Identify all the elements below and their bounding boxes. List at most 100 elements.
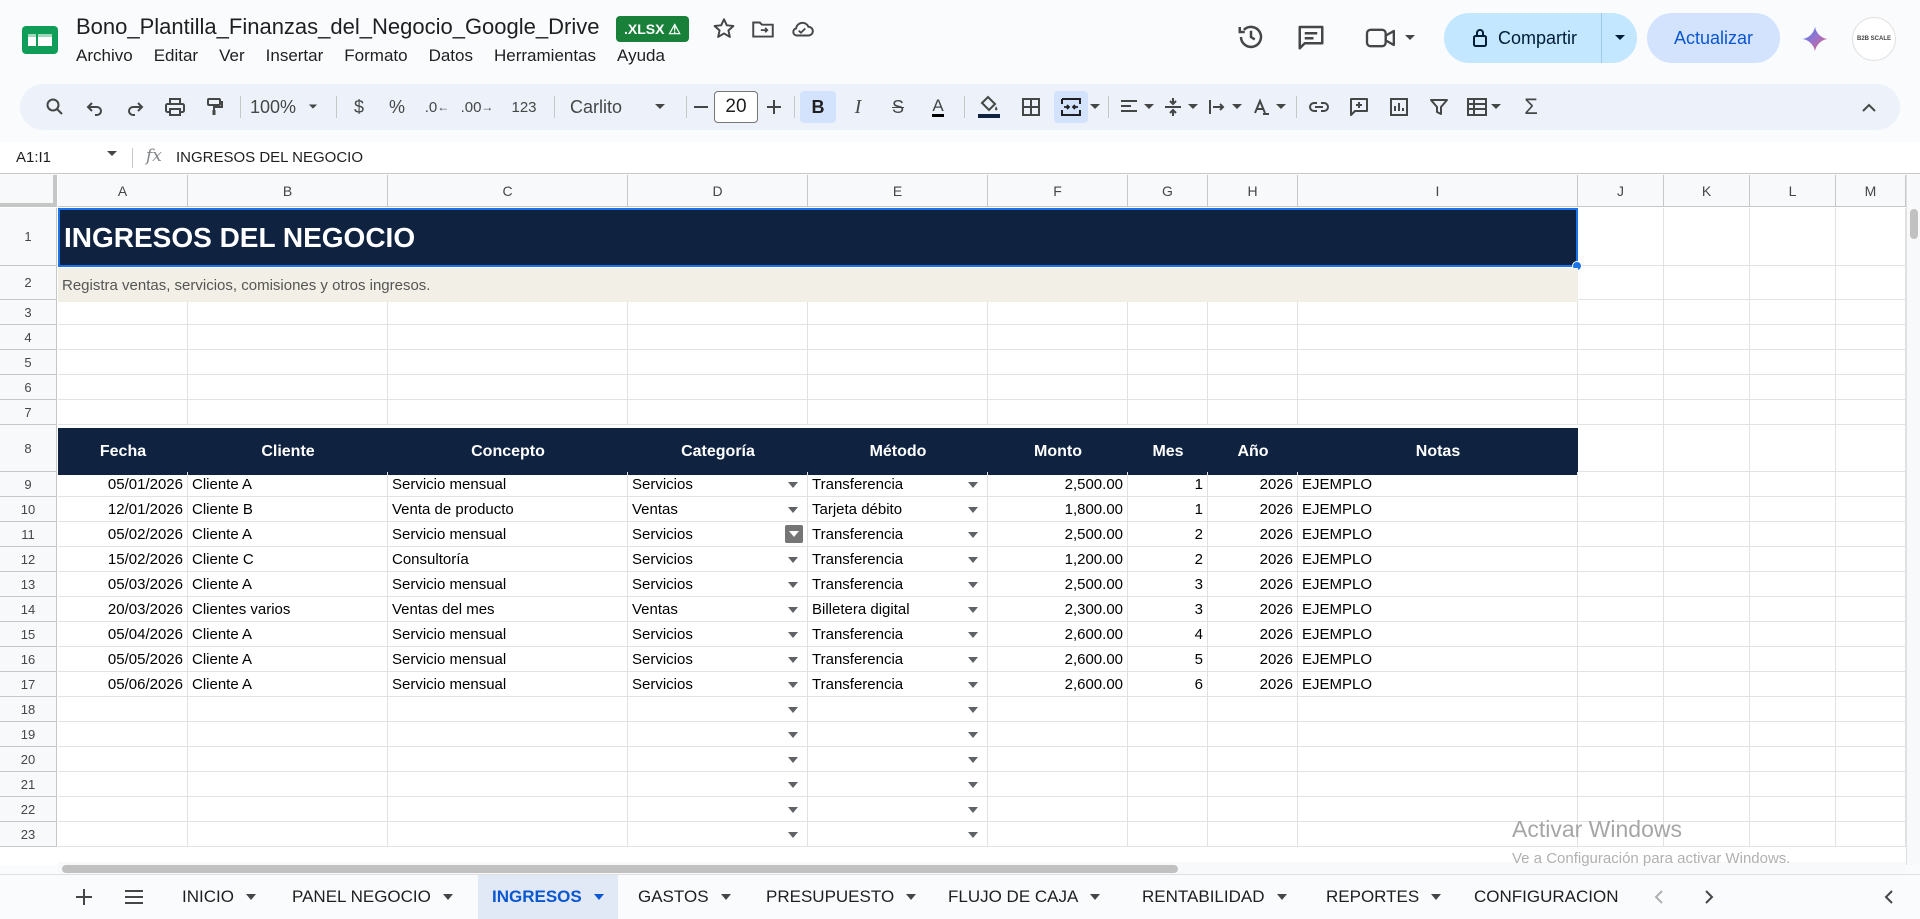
cell[interactable] <box>388 400 628 425</box>
cell[interactable] <box>388 350 628 375</box>
cell[interactable] <box>1836 497 1906 522</box>
table-header-cell[interactable]: Mes <box>1128 428 1208 475</box>
table-cell[interactable]: 2026 <box>1208 672 1298 697</box>
table-cell[interactable]: EJEMPLO <box>1298 672 1578 697</box>
cell[interactable] <box>1128 300 1208 325</box>
table-cell[interactable]: EJEMPLO <box>1298 597 1578 622</box>
table-cell[interactable]: 15/02/2026 <box>58 547 188 572</box>
cell[interactable] <box>1664 350 1750 375</box>
cell[interactable] <box>1578 325 1664 350</box>
cell[interactable] <box>988 722 1128 747</box>
table-cell[interactable]: 6 <box>1128 672 1208 697</box>
cell[interactable] <box>58 300 188 325</box>
dropdown-chip-icon[interactable] <box>968 657 978 663</box>
cell[interactable] <box>1750 522 1836 547</box>
cell[interactable] <box>808 375 988 400</box>
italic-button[interactable]: I <box>842 84 874 130</box>
table-cell[interactable]: Servicios <box>628 572 808 597</box>
strikethrough-button[interactable]: S <box>882 84 914 130</box>
dropdown-chip-icon[interactable] <box>788 832 798 838</box>
cell[interactable] <box>1578 722 1664 747</box>
cell[interactable] <box>1836 208 1906 266</box>
menu-insertar[interactable]: Insertar <box>266 46 324 66</box>
cell[interactable] <box>388 822 628 847</box>
cell[interactable] <box>1836 747 1906 772</box>
cell[interactable] <box>188 797 388 822</box>
menu-ver[interactable]: Ver <box>219 46 245 66</box>
cell[interactable] <box>1836 572 1906 597</box>
select-all-corner[interactable] <box>0 175 57 207</box>
table-cell[interactable]: 2026 <box>1208 522 1298 547</box>
cell[interactable] <box>1750 375 1836 400</box>
table-cell[interactable]: Servicios <box>628 547 808 572</box>
dropdown-chip-icon[interactable] <box>968 807 978 813</box>
sheet-tab-gastos[interactable]: GASTOS <box>624 875 745 919</box>
dropdown-chip-icon[interactable] <box>968 607 978 613</box>
cell[interactable] <box>1298 350 1578 375</box>
row-header-20[interactable]: 20 <box>0 747 57 772</box>
star-icon[interactable] <box>711 16 737 42</box>
file-type-badge[interactable]: .XLSX ⚠ <box>616 16 689 42</box>
table-cell[interactable]: EJEMPLO <box>1298 522 1578 547</box>
all-sheets-button[interactable] <box>110 875 158 919</box>
cell[interactable] <box>1664 375 1750 400</box>
sheet-title-cell[interactable]: INGRESOS DEL NEGOCIO <box>58 208 1578 267</box>
sheets-logo-icon[interactable] <box>20 22 60 58</box>
table-header-cell[interactable]: Fecha <box>58 428 188 475</box>
cell[interactable] <box>58 325 188 350</box>
cell[interactable] <box>1836 622 1906 647</box>
create-filter-button[interactable] <box>1422 84 1456 130</box>
cell[interactable] <box>628 350 808 375</box>
cell[interactable] <box>188 325 388 350</box>
row-header-6[interactable]: 6 <box>0 375 57 400</box>
cell[interactable] <box>1298 697 1578 722</box>
table-cell[interactable]: 1,800.00 <box>988 497 1128 522</box>
cell[interactable] <box>58 822 188 847</box>
cell[interactable] <box>1836 597 1906 622</box>
dropdown-chip-icon[interactable] <box>788 757 798 763</box>
dropdown-chip-icon[interactable] <box>788 732 798 738</box>
dropdown-chip-icon[interactable] <box>788 482 798 488</box>
row-header-2[interactable]: 2 <box>0 266 57 300</box>
table-cell[interactable]: Ventas <box>628 597 808 622</box>
cell[interactable] <box>1578 772 1664 797</box>
cell[interactable] <box>1208 797 1298 822</box>
table-cell[interactable]: 2,500.00 <box>988 472 1128 497</box>
cell[interactable] <box>1664 325 1750 350</box>
table-header-cell[interactable]: Cliente <box>188 428 388 475</box>
font-family-select[interactable]: Carlito <box>562 84 682 130</box>
cell[interactable] <box>1750 325 1836 350</box>
table-header-cell[interactable]: Método <box>808 428 988 475</box>
dropdown-chip-icon[interactable] <box>788 707 798 713</box>
spreadsheet-grid[interactable]: A B C D E F G H I J K L M 1 2 3 4 5 6 7 8 9 10 11 12 13 14 15 16 17 18… <box>0 175 1906 865</box>
row-header-23[interactable]: 23 <box>0 822 57 847</box>
menu-datos[interactable]: Datos <box>429 46 473 66</box>
cell[interactable] <box>1578 747 1664 772</box>
menu-archivo[interactable]: Archivo <box>76 46 133 66</box>
chevron-down-icon[interactable] <box>1090 894 1101 900</box>
table-cell[interactable]: Cliente B <box>188 497 388 522</box>
row-header-10[interactable]: 10 <box>0 497 57 522</box>
cell[interactable] <box>1750 572 1836 597</box>
column-header-f[interactable]: F <box>988 175 1128 207</box>
table-cell[interactable]: Cliente A <box>188 622 388 647</box>
chevron-down-icon[interactable] <box>593 894 604 900</box>
sheet-tab-presupuesto[interactable]: PRESUPUESTO <box>752 875 930 919</box>
cell[interactable] <box>388 697 628 722</box>
cell[interactable] <box>1836 822 1906 847</box>
row-header-17[interactable]: 17 <box>0 672 57 697</box>
cell[interactable] <box>1750 497 1836 522</box>
table-cell[interactable]: EJEMPLO <box>1298 572 1578 597</box>
cell[interactable] <box>1298 722 1578 747</box>
sheet-tab-panel-negocio[interactable]: PANEL NEGOCIO <box>278 875 467 919</box>
table-cell[interactable]: 2,600.00 <box>988 647 1128 672</box>
table-cell[interactable]: Cliente A <box>188 522 388 547</box>
functions-button[interactable]: Σ <box>1514 84 1548 130</box>
gemini-icon[interactable] <box>1800 24 1830 54</box>
sheet-tab-ingresos[interactable]: INGRESOS <box>478 875 618 919</box>
cell[interactable] <box>1750 672 1836 697</box>
cell[interactable] <box>58 797 188 822</box>
table-cell[interactable]: 05/05/2026 <box>58 647 188 672</box>
table-cell[interactable]: EJEMPLO <box>1298 647 1578 672</box>
column-header-l[interactable]: L <box>1750 175 1836 207</box>
